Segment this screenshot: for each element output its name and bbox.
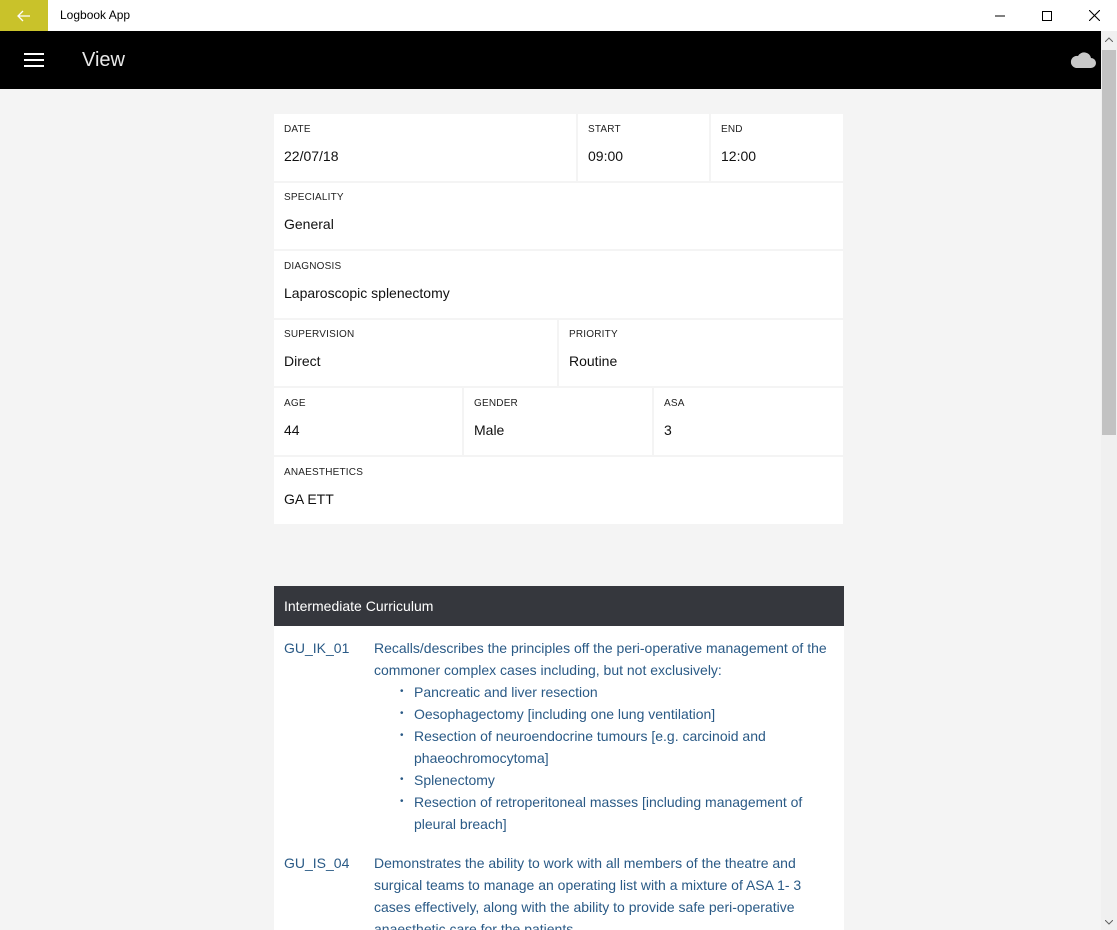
close-button[interactable] xyxy=(1071,0,1117,31)
minimize-icon xyxy=(995,15,1005,16)
anaesthetics-field: ANAESTHETICS GA ETT xyxy=(274,457,843,524)
close-icon xyxy=(1088,10,1100,21)
back-button[interactable] xyxy=(0,0,48,31)
priority-field: PRIORITY Routine xyxy=(559,320,843,386)
supervision-field: SUPERVISION Direct xyxy=(274,320,557,386)
end-field: END 12:00 xyxy=(711,114,843,181)
list-item: • Pancreatic and liver resection xyxy=(400,684,598,700)
scrollbar-thumb[interactable] xyxy=(1102,50,1116,435)
gender-label: GENDER xyxy=(474,398,518,409)
scroll-up-button[interactable] xyxy=(1101,31,1117,47)
curriculum-text: Recalls/describes the principles off the… xyxy=(374,640,827,678)
gender-field: GENDER Male xyxy=(464,388,652,455)
speciality-field: SPECIALITY General xyxy=(274,183,843,249)
scroll-down-button[interactable] xyxy=(1101,914,1117,930)
list-item: • Resection of neuroendocrine tumours [e.… xyxy=(400,728,766,766)
app-bar: View xyxy=(0,31,1101,89)
maximize-icon xyxy=(1042,10,1052,21)
date-value: 22/07/18 xyxy=(284,148,339,164)
maximize-button[interactable] xyxy=(1024,0,1070,31)
anaesthetics-label: ANAESTHETICS xyxy=(284,467,364,478)
hamburger-icon xyxy=(24,53,44,67)
back-arrow-icon xyxy=(17,10,30,21)
start-field: START 09:00 xyxy=(578,114,709,181)
bullet-text: Oesophagectomy [including one lung venti… xyxy=(414,706,716,722)
supervision-label: SUPERVISION xyxy=(284,329,355,340)
chevron-up-icon xyxy=(1105,36,1113,42)
list-item: • Resection of retroperitoneal masses [in… xyxy=(400,794,803,832)
curriculum-description: Demonstrates the ability to work with al… xyxy=(374,852,829,930)
list-item: • Oesophagectomy [including one lung vent… xyxy=(400,706,716,722)
age-label: AGE xyxy=(284,398,306,409)
asa-field: ASA 3 xyxy=(654,388,843,455)
curriculum-code[interactable]: GU_IK_01 xyxy=(284,637,349,659)
asa-label: ASA xyxy=(664,398,685,409)
gender-value: Male xyxy=(474,422,505,438)
anaesthetics-value: GA ETT xyxy=(284,491,334,507)
menu-button[interactable] xyxy=(16,44,52,76)
cloud-icon xyxy=(1070,52,1096,68)
date-field: DATE 22/07/18 xyxy=(274,114,576,181)
app-title: Logbook App xyxy=(60,8,131,22)
supervision-value: Direct xyxy=(284,353,321,369)
bullet-text: Resection of neuroendocrine tumours [e.g… xyxy=(414,728,766,766)
end-value: 12:00 xyxy=(721,148,757,164)
age-value: 44 xyxy=(284,422,300,438)
bullet-text: Splenectomy xyxy=(414,772,495,788)
page-title: View xyxy=(82,49,125,71)
diagnosis-field: DIAGNOSIS Laparoscopic splenectomy xyxy=(274,251,843,318)
curriculum-code[interactable]: GU_IS_04 xyxy=(284,852,349,874)
curriculum-list: GU_IK_01 Recalls/describes the principle… xyxy=(274,626,844,930)
priority-label: PRIORITY xyxy=(569,329,618,340)
chevron-down-icon xyxy=(1105,919,1113,925)
sync-button[interactable] xyxy=(1066,46,1100,74)
diagnosis-label: DIAGNOSIS xyxy=(284,261,342,272)
diagnosis-value: Laparoscopic splenectomy xyxy=(284,285,450,301)
minimize-button[interactable] xyxy=(977,0,1023,31)
window-titlebar: Logbook App xyxy=(0,0,1117,31)
asa-value: 3 xyxy=(664,422,672,438)
end-label: END xyxy=(721,124,743,135)
speciality-value: General xyxy=(284,216,334,232)
curriculum-description: Recalls/describes the principles off the… xyxy=(374,637,829,835)
bullet-text: Pancreatic and liver resection xyxy=(414,684,598,700)
curriculum-bullet-list: • Pancreatic and liver resection • Oesopha… xyxy=(374,681,829,835)
age-field: AGE 44 xyxy=(274,388,462,455)
start-value: 09:00 xyxy=(588,148,624,164)
date-label: DATE xyxy=(284,124,311,135)
priority-value: Routine xyxy=(569,353,618,369)
curriculum-header: Intermediate Curriculum xyxy=(274,586,844,626)
vertical-scrollbar[interactable] xyxy=(1101,31,1117,930)
start-label: START xyxy=(588,124,621,135)
curriculum-text: Demonstrates the ability to work with al… xyxy=(374,855,802,930)
speciality-label: SPECIALITY xyxy=(284,192,344,203)
list-item: • Splenectomy xyxy=(400,772,495,788)
bullet-text: Resection of retroperitoneal masses [inc… xyxy=(414,794,803,832)
